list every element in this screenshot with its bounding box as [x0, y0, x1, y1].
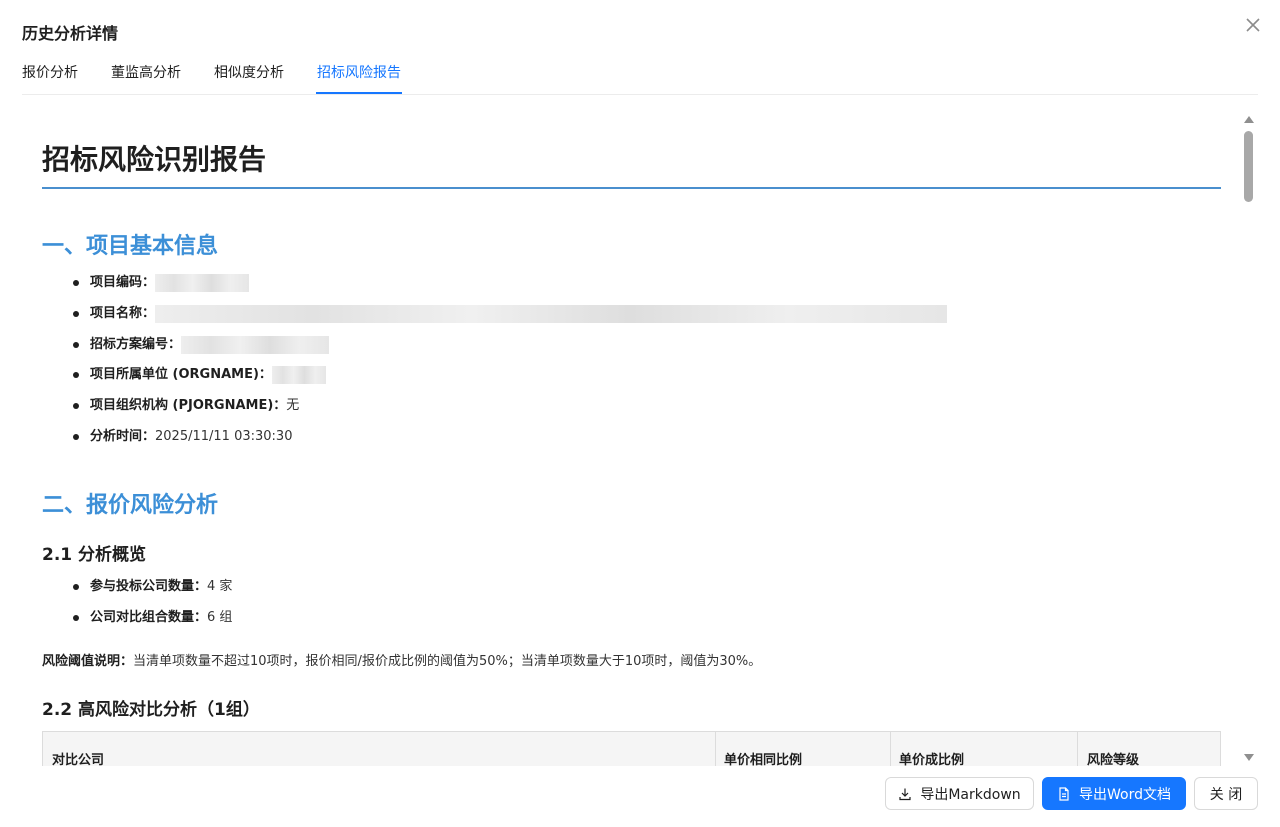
close-button[interactable]: 关 闭: [1194, 777, 1258, 810]
column-header: 风险等级: [1087, 753, 1140, 766]
bullet: [73, 434, 79, 440]
item-label: 项目所属单位 (ORGNAME)：: [90, 367, 272, 382]
redacted-value: [181, 336, 330, 354]
redacted-value: [155, 274, 250, 292]
list-item: 项目编码：: [73, 274, 250, 292]
bullet: [73, 372, 79, 378]
history-analysis-dialog: 历史分析详情 报价分析 董监高分析 相似度分析 招标风险报告 招标风险识别报告 …: [0, 0, 1280, 827]
bullet: [73, 342, 79, 348]
active-tab-indicator: [316, 92, 402, 94]
column-header: 单价成比例: [899, 753, 965, 766]
column-header: 单价相同比例: [724, 753, 803, 766]
item-label: 参与投标公司数量：: [90, 579, 208, 594]
column-divider: [890, 732, 891, 766]
close-label: 关 闭: [1209, 786, 1243, 803]
list-item: 项目组织机构 (PJORGNAME)：无: [73, 397, 300, 415]
bullet: [73, 584, 79, 590]
bullet: [73, 615, 79, 621]
tab-similarity-analysis[interactable]: 相似度分析: [214, 62, 284, 94]
item-label: 公司对比组合数量：: [90, 610, 208, 625]
tab-executive-analysis[interactable]: 董监高分析: [111, 62, 181, 94]
bullet: [73, 403, 79, 409]
close-icon[interactable]: [1243, 15, 1263, 35]
export-word-label: 导出Word文档: [1079, 786, 1171, 803]
item-label: 招标方案编号：: [90, 337, 182, 352]
vertical-scrollbar[interactable]: [1241, 112, 1257, 766]
item-value: 4 家: [207, 579, 233, 594]
item-label: 项目组织机构 (PJORGNAME)：: [90, 398, 287, 413]
report-title: 招标风险识别报告: [42, 143, 267, 176]
dialog-title: 历史分析详情: [22, 24, 119, 43]
tab-quote-analysis[interactable]: 报价分析: [22, 62, 78, 94]
list-item: 公司对比组合数量：6 组: [73, 609, 233, 627]
tab-bid-risk-report[interactable]: 招标风险报告: [317, 62, 401, 94]
tab-bar: 报价分析 董监高分析 相似度分析 招标风险报告: [22, 58, 1258, 95]
subsection-heading-high-risk: 2.2 高风险对比分析（1组）: [42, 700, 260, 720]
redacted-value: [155, 305, 948, 323]
item-value: 无: [286, 398, 300, 413]
download-icon: [898, 787, 912, 801]
redacted-value: [271, 366, 326, 384]
list-item: 分析时间：2025/11/11 03:30:30: [73, 428, 293, 446]
note-text: 当清单项数量不超过10项时，报价相同/报价成比例的阈值为50%；当清单项数量大于…: [133, 654, 762, 669]
title-divider: [42, 187, 1221, 189]
section-heading-basic-info: 一、项目基本信息: [42, 234, 219, 259]
column-divider: [1077, 732, 1078, 766]
column-divider: [715, 732, 716, 766]
subsection-heading-overview: 2.1 分析概览: [42, 545, 147, 565]
item-value: 2025/11/11 03:30:30: [155, 429, 293, 444]
scroll-down-arrow-icon[interactable]: [1244, 754, 1254, 761]
list-item: 参与投标公司数量：4 家: [73, 578, 233, 596]
risk-threshold-note: 风险阈值说明：当清单项数量不超过10项时，报价相同/报价成比例的阈值为50%；当…: [42, 650, 761, 669]
high-risk-table-header: 对比公司 单价相同比例 单价成比例 风险等级: [42, 731, 1221, 766]
bullet: [73, 311, 79, 317]
scroll-up-arrow-icon[interactable]: [1244, 116, 1254, 123]
file-document-icon: [1057, 786, 1071, 801]
list-item: 项目名称：: [73, 305, 948, 323]
item-label: 项目名称：: [90, 306, 156, 321]
list-item: 招标方案编号：: [73, 336, 330, 354]
list-item: 项目所属单位 (ORGNAME)：: [73, 366, 326, 384]
item-label: 分析时间：: [90, 429, 156, 444]
scroll-thumb[interactable]: [1244, 131, 1253, 202]
item-value: 6 组: [207, 610, 233, 625]
export-markdown-button[interactable]: 导出Markdown: [885, 777, 1034, 810]
export-word-button[interactable]: 导出Word文档: [1042, 777, 1186, 810]
section-heading-quote-risk: 二、报价风险分析: [42, 493, 219, 518]
item-label: 项目编码：: [90, 275, 156, 290]
bullet: [73, 280, 79, 286]
report-content: 招标风险识别报告 一、项目基本信息 项目编码： 项目名称： 招标方案编号： 项目…: [22, 110, 1240, 766]
column-header: 对比公司: [52, 753, 105, 766]
note-label: 风险阈值说明：: [42, 654, 134, 669]
export-markdown-label: 导出Markdown: [920, 786, 1021, 803]
